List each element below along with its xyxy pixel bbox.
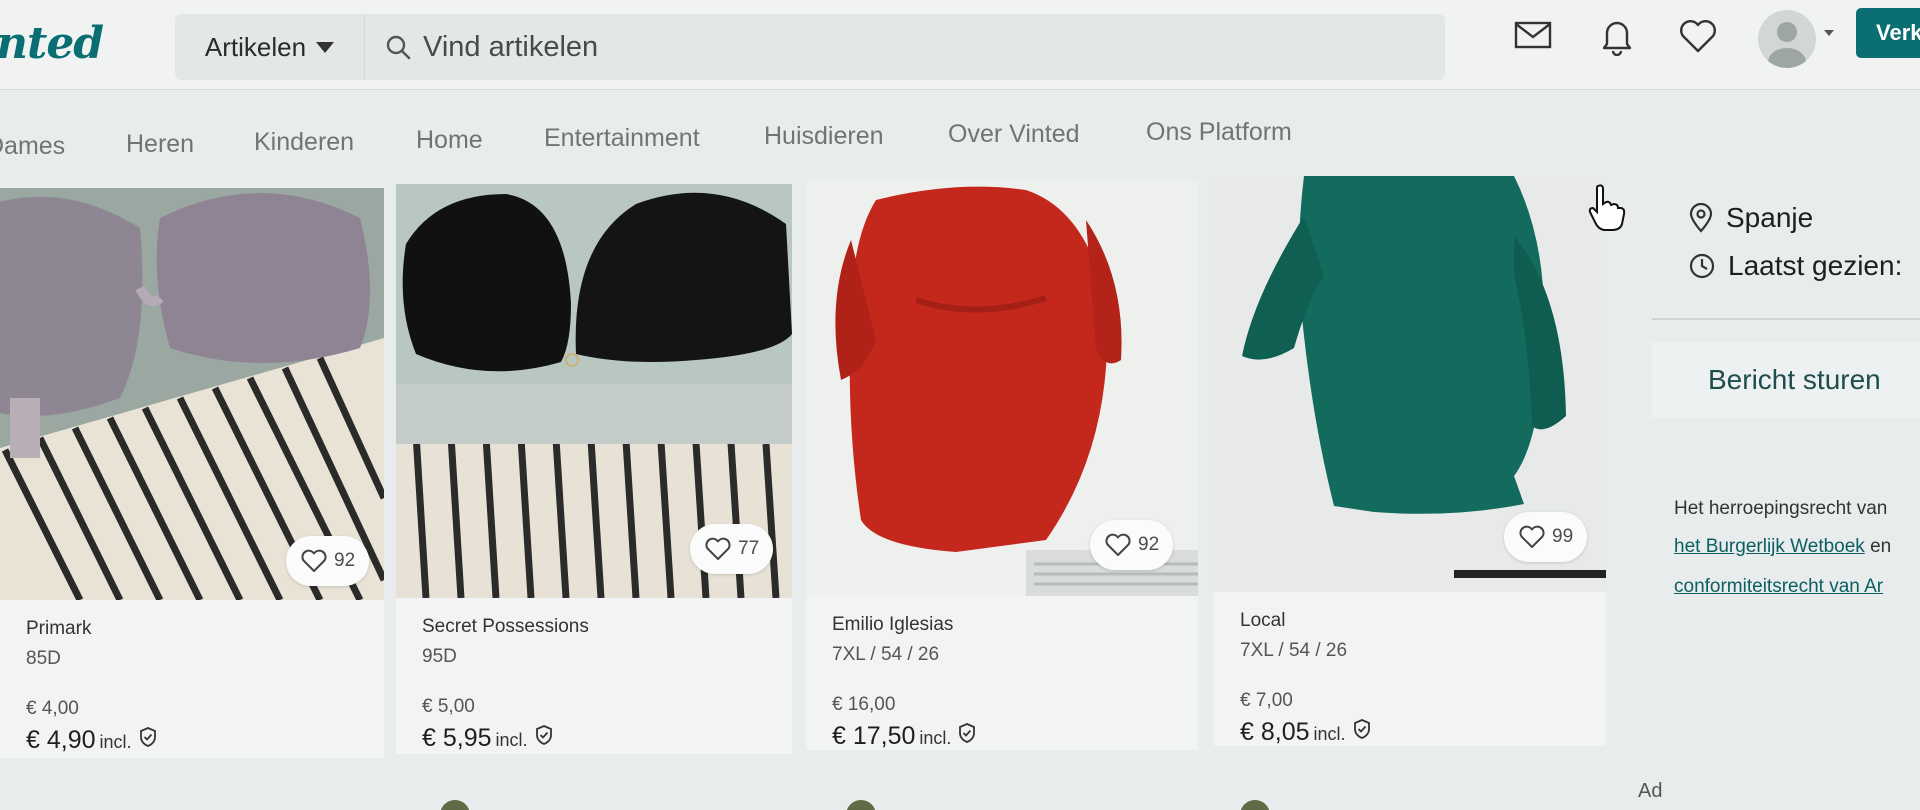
divider xyxy=(1652,318,1920,320)
location-text: Spanje xyxy=(1726,202,1814,233)
search-input[interactable] xyxy=(423,30,1123,64)
heart-icon[interactable] xyxy=(1678,18,1718,54)
product-brand: Local xyxy=(1240,610,1286,631)
burgerlijk-wetboek-link[interactable]: het Burgerlijk Wetboek xyxy=(1674,536,1865,557)
nav-item-over-vinted[interactable]: Over Vinted xyxy=(948,120,1080,149)
total-amount: € 8,05 xyxy=(1240,718,1310,746)
send-message-button[interactable]: Bericht sturen xyxy=(1652,342,1920,418)
location-pin-icon xyxy=(1689,203,1713,233)
bell-icon[interactable] xyxy=(1598,16,1636,56)
avatar[interactable] xyxy=(1758,10,1816,68)
nav-item-kinderen[interactable]: Kinderen xyxy=(254,128,354,157)
nav-item-home[interactable]: Home xyxy=(416,126,483,155)
favourite-count: 92 xyxy=(1138,534,1160,555)
legal-text: Het herroepingsrecht van xyxy=(1674,498,1888,519)
product-card[interactable]: 99 Local 7XL / 54 / 26 € 7,00 € 8,05 inc… xyxy=(1214,176,1606,746)
legal-suffix: en xyxy=(1864,536,1892,557)
next-row-thumbnail[interactable] xyxy=(846,800,876,810)
heart-icon xyxy=(301,549,327,572)
product-price: € 5,00 xyxy=(422,696,475,717)
product-price: € 4,00 xyxy=(26,698,79,719)
nav-item-heren[interactable]: Heren xyxy=(126,130,194,159)
product-total-price: € 17,50 incl. xyxy=(832,722,977,751)
product-size: 7XL / 54 / 26 xyxy=(1240,640,1348,661)
nav-item-entertainment[interactable]: Entertainment xyxy=(544,124,700,153)
product-card[interactable]: 92 Emilio Iglesias 7XL / 54 / 26 € 16,00… xyxy=(806,180,1198,750)
heart-icon xyxy=(1519,525,1545,548)
mail-icon[interactable] xyxy=(1514,20,1552,50)
category-nav: Dames Heren Kinderen Home Entertainment … xyxy=(0,112,1920,162)
seller-location: Spanje xyxy=(1688,202,1813,234)
search-category-dropdown[interactable]: Artikelen xyxy=(175,14,365,80)
product-size: 95D xyxy=(422,646,457,667)
product-price: € 7,00 xyxy=(1240,690,1293,711)
product-total-price: € 5,95 incl. xyxy=(422,724,554,753)
product-card[interactable]: 92 Primark 85D € 4,00 € 4,90 incl. xyxy=(0,188,384,758)
search-field[interactable] xyxy=(385,14,1285,80)
product-brand: Emilio Iglesias xyxy=(832,614,954,635)
total-amount: € 17,50 xyxy=(832,722,916,750)
buyer-protection-icon[interactable] xyxy=(138,726,158,748)
incl-label: incl. xyxy=(1313,724,1346,744)
search-bar: Artikelen xyxy=(175,14,1445,80)
product-info[interactable]: Secret Possessions 95D € 5,00 € 5,95 inc… xyxy=(396,598,792,754)
favourite-count: 99 xyxy=(1552,526,1574,547)
product-brand: Primark xyxy=(26,618,92,639)
heart-icon xyxy=(1105,533,1131,556)
next-row-thumbnail[interactable] xyxy=(1240,800,1270,810)
favourite-count: 77 xyxy=(738,538,760,559)
legal-line-2: het Burgerlijk Wetboek en xyxy=(1674,536,1891,558)
product-card[interactable]: 77 Secret Possessions 95D € 5,00 € 5,95 … xyxy=(396,184,792,754)
incl-label: incl. xyxy=(495,730,528,750)
product-brand: Secret Possessions xyxy=(422,616,589,637)
seller-last-seen: Laatst gezien: xyxy=(1688,250,1902,282)
incl-label: incl. xyxy=(99,732,132,752)
product-price: € 16,00 xyxy=(832,694,896,715)
nav-item-dames[interactable]: Dames xyxy=(0,132,65,161)
product-info[interactable]: Primark 85D € 4,00 € 4,90 incl. xyxy=(0,600,384,758)
favourite-button[interactable]: 92 xyxy=(1090,520,1174,570)
product-info[interactable]: Emilio Iglesias 7XL / 54 / 26 € 16,00 € … xyxy=(806,596,1198,750)
heart-icon xyxy=(705,537,731,560)
ad-label: Ad xyxy=(1638,780,1663,802)
product-total-price: € 4,90 incl. xyxy=(26,726,158,755)
total-amount: € 4,90 xyxy=(26,726,96,754)
product-total-price: € 8,05 incl. xyxy=(1240,718,1372,747)
product-size: 85D xyxy=(26,648,61,669)
next-row-thumbnail[interactable] xyxy=(440,800,470,810)
search-icon xyxy=(386,35,411,60)
search-category-label: Artikelen xyxy=(204,31,307,62)
avatar-chevron-icon[interactable] xyxy=(1824,30,1834,36)
product-info[interactable]: Local 7XL / 54 / 26 € 7,00 € 8,05 incl. xyxy=(1214,592,1606,746)
buyer-protection-icon[interactable] xyxy=(1352,718,1372,740)
nav-item-ons-platform[interactable]: Ons Platform xyxy=(1146,118,1292,147)
seller-sidebar: Spanje Laatst gezien: Bericht sturen Het… xyxy=(1652,150,1920,810)
conformiteitsrecht-link[interactable]: conformiteitsrecht van Ar xyxy=(1674,576,1883,597)
last-seen-text: Laatst gezien: xyxy=(1728,250,1903,281)
chevron-down-icon xyxy=(316,41,335,53)
total-amount: € 5,95 xyxy=(422,724,492,752)
vinted-logo[interactable]: nted xyxy=(0,18,104,69)
buyer-protection-icon[interactable] xyxy=(957,722,977,744)
clock-icon xyxy=(1689,253,1715,279)
favourite-count: 92 xyxy=(334,550,356,571)
favourite-button[interactable]: 92 xyxy=(286,536,370,586)
legal-line-3: conformiteitsrecht van Ar xyxy=(1674,576,1883,598)
buyer-protection-icon[interactable] xyxy=(534,724,554,746)
favourite-button[interactable]: 77 xyxy=(690,524,774,574)
product-size: 7XL / 54 / 26 xyxy=(832,644,940,665)
top-header: nted Artikelen Verk xyxy=(0,0,1920,90)
user-silhouette-icon xyxy=(1768,22,1806,68)
nav-item-huisdieren[interactable]: Huisdieren xyxy=(764,122,884,151)
hand-cursor-icon xyxy=(1588,184,1626,231)
sell-button[interactable]: Verk xyxy=(1856,8,1920,58)
favourite-button[interactable]: 99 xyxy=(1504,512,1588,562)
incl-label: incl. xyxy=(919,728,952,748)
